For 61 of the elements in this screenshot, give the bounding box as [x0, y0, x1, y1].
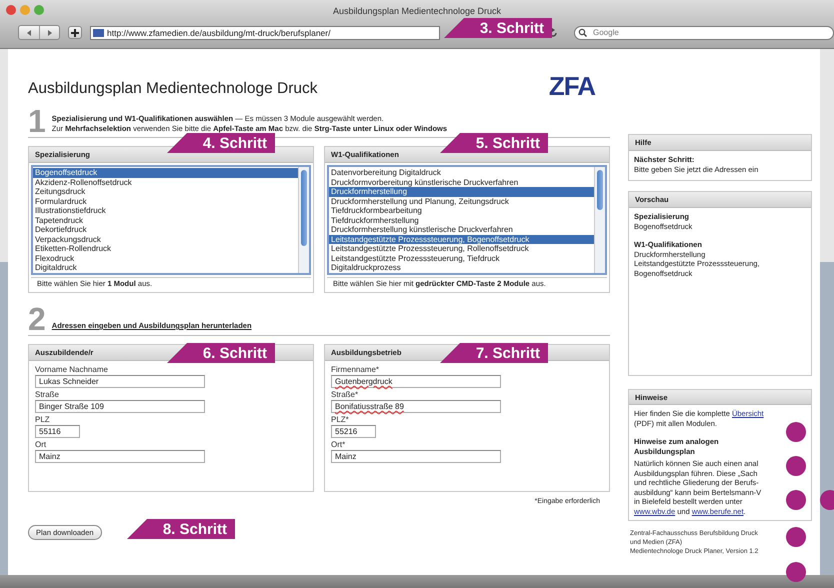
list-item[interactable]: Tiefdruckformbearbeitung [329, 206, 594, 216]
list-item[interactable]: Druckformherstellung und Planung, Zeitungsdruck [329, 196, 594, 206]
input-field[interactable]: Mainz [331, 450, 501, 463]
right-arrow-icon [46, 28, 54, 36]
window-title: Ausbildungsplan Medientechnologe Druck [332, 4, 502, 16]
list-box[interactable]: Bogenoffsetdruck Akzidenz-Rollenoffsetdruck Zeitungsdruck Formulardruck Illustrationstiefdruck Tapetendruck Dekortiefdruck Verpackungsdruck Etiketten-Rollendruck Flexodruck Digitaldruck [31, 165, 311, 275]
list-item[interactable]: Etiketten-Rollendruck [33, 244, 298, 254]
field-label: Ort* [331, 440, 346, 450]
list-item[interactable]: Druckformherstellung künstlerische Druckverfahren [329, 225, 594, 234]
list-item[interactable]: Druckformherstellung [329, 187, 594, 196]
list-item[interactable]: Leitstandgestützte Prozesssteuerung, Tiefdruck [329, 254, 594, 263]
list-box[interactable] [327, 165, 607, 275]
left-arrow-icon [25, 28, 33, 36]
list-item[interactable]: Verpackungsdruck [33, 234, 298, 244]
field-label: Straße [35, 390, 60, 400]
list-item[interactable]: Illustrationstiefdruck [33, 206, 298, 216]
step-label: 3. Schritt [444, 18, 552, 38]
step-label: 5. Schritt [440, 133, 548, 153]
add-bookmark-button[interactable] [68, 26, 82, 39]
field-label: Firmenname* [331, 365, 380, 375]
field-label: Straße* [331, 390, 358, 400]
step-number: 2 [28, 305, 46, 333]
site-icon [93, 28, 104, 36]
input-field[interactable]: Mainz [35, 450, 205, 463]
scrollbar[interactable] [594, 167, 605, 273]
field-label: PLZ* [331, 415, 349, 425]
step-label: 4. Schritt [167, 133, 275, 153]
list-item[interactable]: Formulardruck [33, 196, 298, 206]
list-item[interactable]: Digitaldruck [33, 263, 298, 272]
logo: ZFA [548, 70, 595, 102]
field-label: Vorname Nachname [35, 365, 108, 375]
close-button[interactable] [6, 5, 16, 15]
list-item[interactable]: Akzidenz-Rollenoffsetdruck [33, 178, 298, 187]
input-field[interactable]: Bonifatiusstraße 89 [331, 400, 501, 413]
list-item[interactable]: Bogenoffsetdruck [33, 168, 298, 178]
input-field[interactable]: Gutenbergdruck [331, 375, 501, 388]
list-item[interactable]: Druckformvorbereitung künstlerische Druckverfahren [329, 178, 594, 187]
list-item[interactable]: Leitstandgestützte Prozesssteuerung, Bogenoffsetdruck [329, 234, 594, 244]
list-item[interactable]: Digitaldruckprozess [329, 263, 594, 272]
step-label: 8. Schritt [127, 519, 235, 539]
input-field[interactable]: 55216 [331, 425, 376, 438]
list-item[interactable]: Flexodruck [33, 254, 298, 263]
list-item[interactable]: Tapetendruck [33, 216, 298, 225]
list-item[interactable]: Dekortiefdruck [33, 225, 298, 234]
list-item[interactable]: Tiefdruckformherstellung [329, 216, 594, 225]
search-field[interactable]: Google [574, 26, 834, 40]
circle-marker [820, 490, 834, 510]
field-label: Ort [35, 440, 46, 450]
list-item[interactable]: Zeitungsdruck [33, 187, 298, 196]
address-field[interactable]: http://www.zfamedien.de/ausbildung/mt-druck/berufsplaner/ [90, 26, 440, 40]
step-label: 7. Schritt [440, 343, 548, 363]
page-heading: Ausbildungsplan Medientechnologe Druck [28, 79, 318, 98]
list-item[interactable]: Datenvorbereitung Digitaldruck [329, 168, 594, 178]
input-field[interactable]: 55116 [35, 425, 80, 438]
input-field[interactable]: Lukas Schneider [35, 375, 205, 388]
step-label: 6. Schritt [167, 343, 275, 363]
scrollbar[interactable] [298, 167, 309, 273]
field-label: PLZ [35, 415, 50, 425]
list-item[interactable]: Leitstandgestützte Prozesssteuerung, Rollenoffsetdruck [329, 244, 594, 254]
input-field[interactable]: Binger Straße 109 [35, 400, 205, 413]
step-number: 1 [28, 107, 46, 135]
